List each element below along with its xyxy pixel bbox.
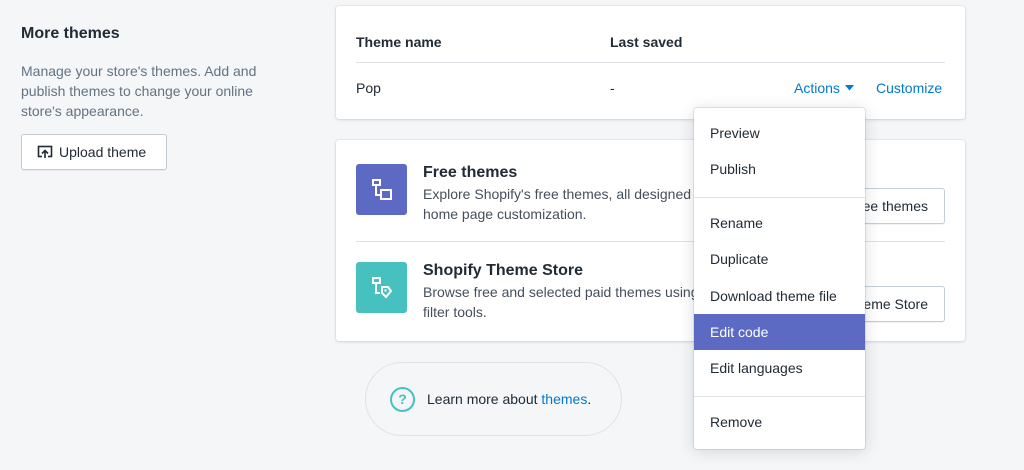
free-themes-icon: [356, 164, 407, 215]
menu-item-rename[interactable]: Rename: [694, 205, 865, 241]
column-header-last-saved: Last saved: [610, 34, 683, 50]
learn-more-prefix: Learn more about: [427, 391, 542, 407]
section-description: Manage your store's themes. Add and publ…: [21, 63, 257, 119]
menu-item-edit-languages[interactable]: Edit languages: [694, 350, 865, 386]
upload-icon: [37, 145, 53, 158]
free-themes-title: Free themes: [423, 164, 518, 181]
theme-store-title: Shopify Theme Store: [423, 262, 584, 279]
menu-item-publish[interactable]: Publish: [694, 151, 865, 187]
section-title: More themes: [21, 25, 120, 42]
theme-sources-card: Free themes Explore Shopify's free theme…: [336, 140, 965, 341]
upload-theme-button[interactable]: Upload theme: [21, 134, 167, 170]
menu-item-edit-code[interactable]: Edit code: [694, 314, 865, 350]
learn-more-pill: ? Learn more about themes.: [365, 362, 622, 436]
table-divider: [356, 62, 945, 63]
themes-link[interactable]: themes: [541, 391, 587, 407]
last-saved-cell: -: [610, 80, 615, 96]
upload-theme-label: Upload theme: [59, 144, 147, 160]
theme-store-icon: [356, 262, 407, 313]
menu-separator: [694, 197, 865, 198]
actions-menu: Preview Publish Rename Duplicate Downloa…: [694, 108, 865, 449]
column-header-theme-name: Theme name: [356, 34, 442, 50]
customize-link[interactable]: Customize: [876, 80, 942, 96]
menu-separator: [694, 396, 865, 397]
menu-item-duplicate[interactable]: Duplicate: [694, 241, 865, 277]
learn-more-suffix: .: [587, 391, 592, 407]
theme-name-cell: Pop: [356, 80, 381, 96]
menu-item-remove[interactable]: Remove: [694, 404, 865, 440]
menu-item-preview[interactable]: Preview: [694, 115, 865, 151]
caret-down-icon: [844, 85, 854, 91]
learn-more-text: Learn more about themes.: [427, 391, 591, 407]
themes-table-card: Theme name Last saved Pop - Actions Cust…: [336, 6, 965, 119]
actions-label: Actions: [794, 80, 840, 96]
more-themes-section: More themes Manage your store's themes. …: [21, 24, 281, 121]
actions-button[interactable]: Actions: [794, 80, 854, 96]
menu-item-download-theme-file[interactable]: Download theme file: [694, 278, 865, 314]
help-icon: ?: [390, 386, 415, 412]
